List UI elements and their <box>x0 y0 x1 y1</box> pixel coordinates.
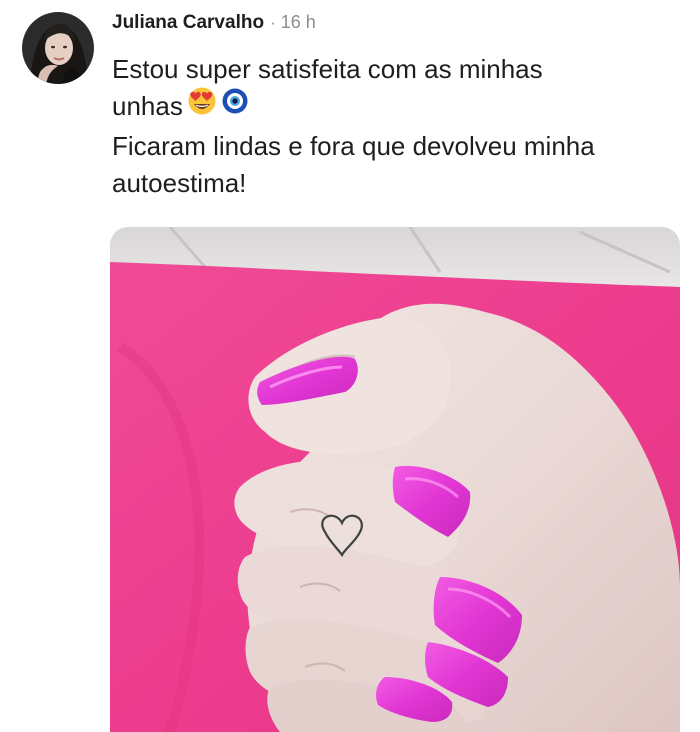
nazar-amulet-emoji-icon <box>221 87 249 125</box>
text-line: unhas <box>112 91 183 121</box>
pink-nails-hand-photo-icon <box>110 227 680 732</box>
avatar[interactable] <box>22 12 94 84</box>
text-line-with-emoji: unhas <box>112 86 672 128</box>
text-line: Ficaram lindas e fora que devolveu minha <box>112 131 595 162</box>
post-header: Juliana Carvalho · 16 h <box>112 12 316 38</box>
text-line: autoestima! <box>112 168 247 199</box>
profile-photo-icon <box>22 12 94 84</box>
heart-eyes-emoji-icon <box>187 86 217 126</box>
comment-post: Juliana Carvalho · 16 h Estou super sati… <box>0 0 700 732</box>
post-text: Estou super satisfeita com as minhas unh… <box>112 51 672 202</box>
text-line: Estou super satisfeita com as minhas <box>112 54 543 84</box>
post-timestamp[interactable]: 16 h <box>281 12 316 33</box>
post-photo[interactable] <box>110 227 680 732</box>
separator-dot: · <box>270 13 276 32</box>
author-name[interactable]: Juliana Carvalho <box>112 12 264 34</box>
